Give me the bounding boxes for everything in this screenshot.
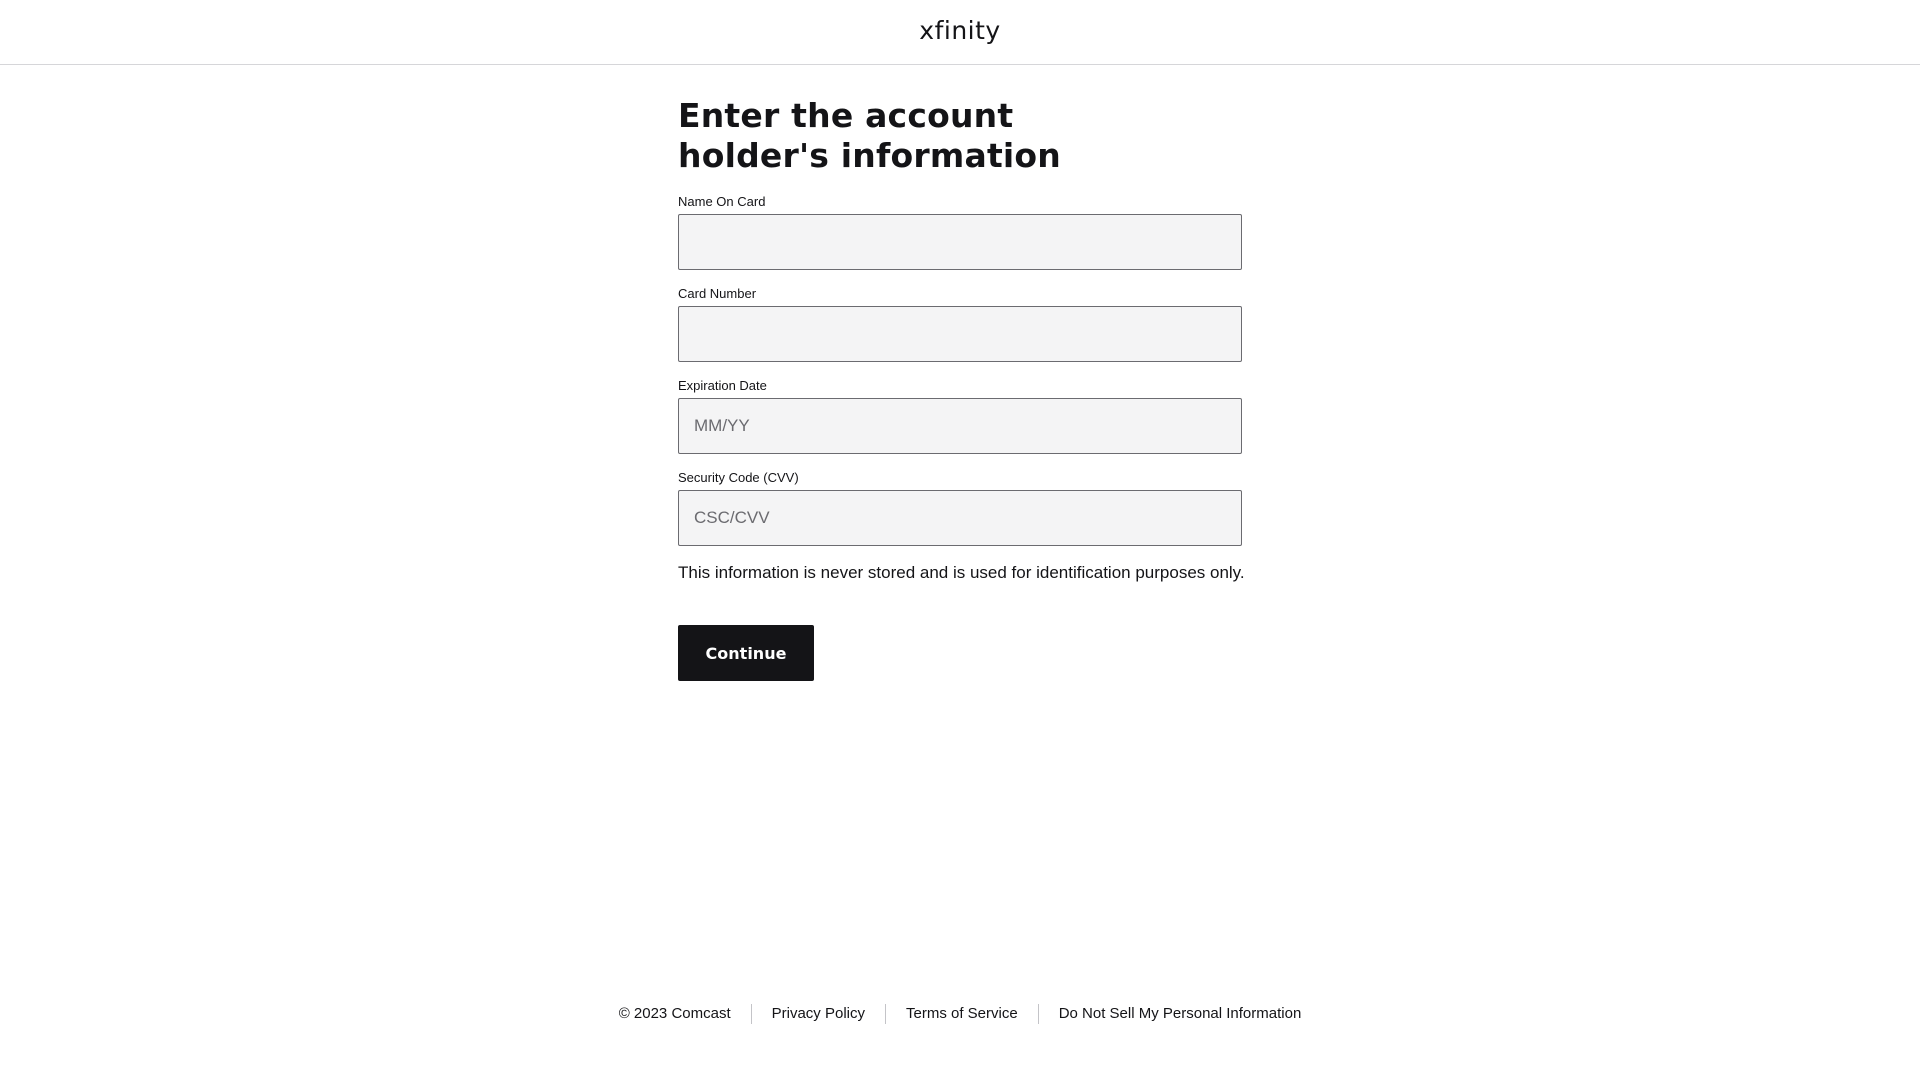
name-on-card-label: Name On Card <box>678 194 766 209</box>
security-code-field: Security Code (CVV) <box>678 470 1242 546</box>
continue-button[interactable]: Continue <box>678 625 814 681</box>
page-footer: © 2023 Comcast Privacy Policy Terms of S… <box>0 1004 1920 1024</box>
expiration-date-field: Expiration Date <box>678 378 1242 454</box>
expiration-date-input[interactable] <box>678 398 1242 454</box>
top-header: xfinity <box>0 0 1920 65</box>
security-code-label: Security Code (CVV) <box>678 470 799 485</box>
privacy-policy-link[interactable]: Privacy Policy <box>772 1005 865 1022</box>
account-holder-form: Enter the account holder's information N… <box>678 96 1245 681</box>
expiration-date-label: Expiration Date <box>678 378 767 393</box>
copyright-text: © 2023 Comcast <box>618 1005 731 1022</box>
card-number-field: Card Number <box>678 286 1242 362</box>
card-number-input[interactable] <box>678 306 1242 362</box>
privacy-note: This information is never stored and is … <box>678 563 1245 582</box>
name-on-card-field: Name On Card <box>678 194 1242 270</box>
do-not-sell-link[interactable]: Do Not Sell My Personal Information <box>1059 1005 1302 1022</box>
name-on-card-input[interactable] <box>678 214 1242 270</box>
security-code-input[interactable] <box>678 490 1242 546</box>
page-title: Enter the account holder's information <box>678 96 1062 175</box>
card-number-label: Card Number <box>678 286 757 301</box>
xfinity-logo[interactable]: xfinity <box>0 16 1920 45</box>
terms-of-service-link[interactable]: Terms of Service <box>906 1005 1018 1022</box>
